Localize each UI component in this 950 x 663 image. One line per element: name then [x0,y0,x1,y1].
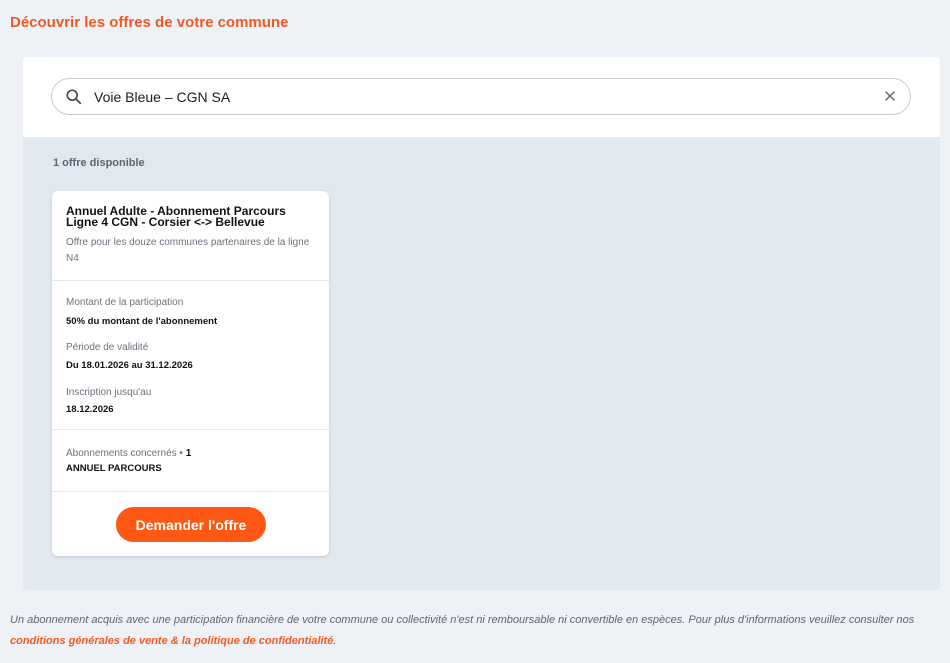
subscriptions-separator: • [176,448,186,459]
request-offer-button[interactable]: Demander l'offre [116,507,266,542]
terms-link[interactable]: conditions générales de vente & la polit… [10,635,333,647]
validity-label: Période de validité [66,342,149,353]
validity-value: Du 18.01.2026 au 31.12.2026 [66,360,193,371]
footer-disclaimer: Un abonnement acquis avec une participat… [10,610,935,652]
close-icon[interactable] [882,88,898,104]
page-title: Découvrir les offres de votre commune [10,14,289,31]
subscription-name: ANNUEL PARCOURS [66,463,162,474]
offer-subscriptions: Abonnements concernés • 1 ANNUEL PARCOUR… [52,430,329,492]
offer-details: Montant de la participation 50% du monta… [52,281,329,430]
offer-description: Offre pour les douze communes partenaire… [66,237,310,264]
deadline-value: 18.12.2026 [66,404,114,415]
subscriptions-count: 1 [185,448,192,459]
search-area [23,57,940,137]
deadline-label: Inscription jusqu'au [66,387,152,398]
subscriptions-line: Abonnements concernés • 1 [66,448,191,459]
offers-panel: 1 offre disponible Annuel Adulte - Abonn… [23,57,940,590]
participation-value: 50% du montant de l'abonnement [66,316,218,327]
participation-label: Montant de la participation [66,297,184,308]
footer-text: Un abonnement acquis avec une participat… [10,614,915,626]
results-count: 1 offre disponible [53,157,145,169]
search-box[interactable] [51,78,911,115]
offer-card-header: Annuel Adulte - Abonnement Parcours Lign… [52,191,329,281]
search-input[interactable] [94,79,874,114]
offer-card: Annuel Adulte - Abonnement Parcours Lign… [52,191,329,556]
search-icon [66,89,82,105]
footer-end: . [333,635,337,647]
subscriptions-label: Abonnements concernés [66,448,177,459]
offer-title: Annuel Adulte - Abonnement Parcours Lign… [66,204,286,229]
